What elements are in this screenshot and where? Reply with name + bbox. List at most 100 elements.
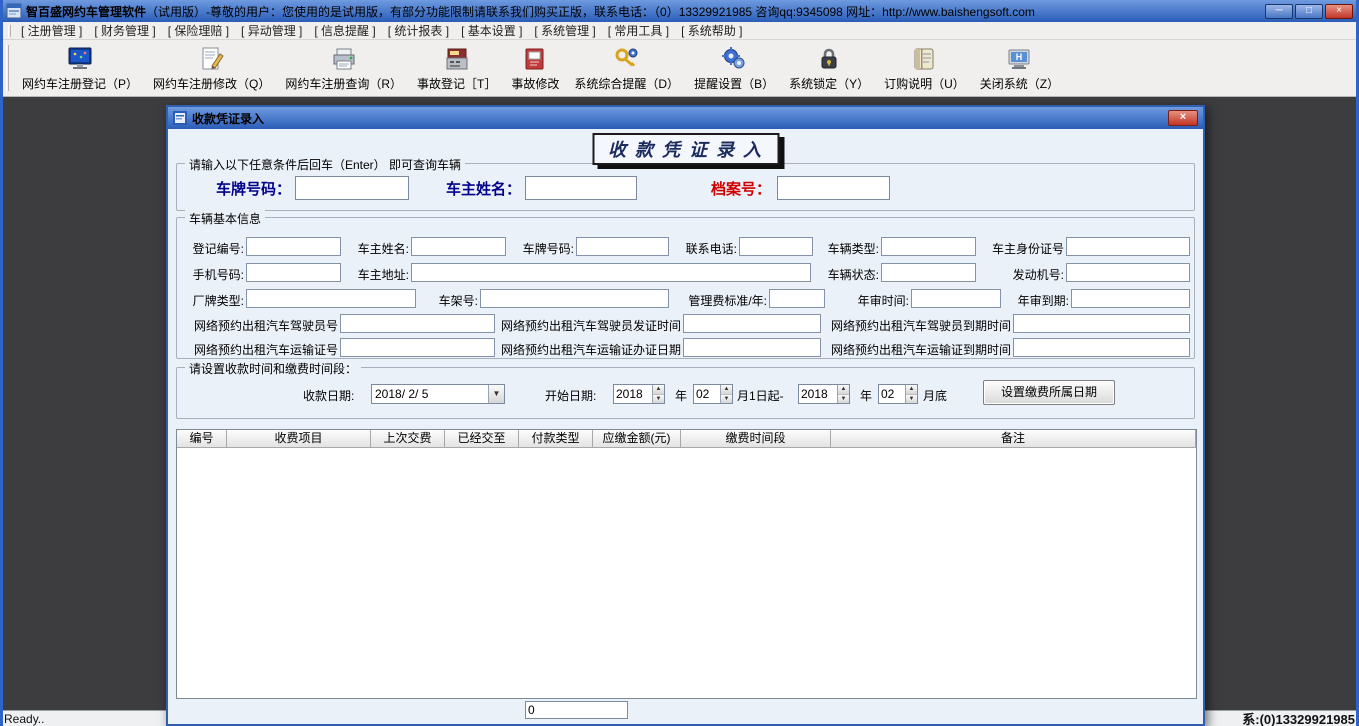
- input-owner-id[interactable]: [1066, 237, 1190, 256]
- file-search-input[interactable]: [777, 176, 890, 200]
- start-year-input[interactable]: [614, 385, 652, 403]
- label-engine-no: 发动机号:: [986, 266, 1064, 283]
- label-reg-no: 登记编号:: [186, 240, 244, 257]
- menu-item-movement[interactable]: [ 异动管理 ]: [235, 22, 308, 39]
- start-month-spinner[interactable]: ▲▼: [693, 384, 733, 404]
- gear-settings-icon: [721, 44, 747, 74]
- input-brand-type[interactable]: [246, 289, 416, 308]
- owner-search-input[interactable]: [525, 176, 637, 200]
- menu-item-register[interactable]: [ 注册管理 ]: [15, 22, 88, 39]
- toolbar-button-system-remind[interactable]: 系统综合提醒（D）: [569, 43, 684, 93]
- input-reg-no[interactable]: [246, 237, 341, 256]
- spin-down-icon[interactable]: ▼: [906, 395, 917, 404]
- dialog-title-bar[interactable]: 收款凭证录入 ×: [168, 107, 1203, 129]
- input-address[interactable]: [411, 263, 811, 282]
- menu-item-remind[interactable]: [ 信息提醒 ]: [308, 22, 381, 39]
- table-header-col-6[interactable]: 缴费时间段: [681, 430, 831, 448]
- table-header-col-0[interactable]: 编号: [177, 430, 227, 448]
- spin-down-icon[interactable]: ▼: [838, 395, 849, 404]
- menu-item-insurance[interactable]: [ 保险理赔 ]: [162, 22, 235, 39]
- input-driver-cert-issue[interactable]: [683, 314, 821, 333]
- window-controls: ─ □ ×: [1265, 4, 1353, 19]
- collect-date-combobox[interactable]: 2018/ 2/ 5 ▼: [371, 384, 505, 404]
- toolbar-button-remind-settings[interactable]: 提醒设置（B）: [689, 43, 779, 93]
- spin-up-icon[interactable]: ▲: [906, 385, 917, 395]
- title-bar[interactable]: 智百盛网约车管理软件（试用版）-尊敬的用户：您使用的是试用版，有部分功能限制请联…: [0, 0, 1359, 22]
- month-from-label: 月1日起-: [737, 387, 784, 404]
- label-brand-type: 厂牌类型:: [186, 292, 244, 309]
- book-order-icon: [911, 44, 937, 74]
- table-header: 编号收费项目上次交费已经交至付款类型应缴金额(元)缴费时间段备注: [177, 430, 1196, 448]
- spinner-arrows: ▲▼: [837, 385, 849, 403]
- toolbar-button-system-lock[interactable]: 系统锁定（Y）: [784, 43, 874, 93]
- menu-item-help[interactable]: [ 系统帮助 ]: [675, 22, 748, 39]
- plate-search-input[interactable]: [295, 176, 409, 200]
- input-owner-name[interactable]: [411, 237, 506, 256]
- table-body[interactable]: [177, 448, 1196, 698]
- input-driver-cert-expire[interactable]: [1013, 314, 1190, 333]
- menu-item-basic-settings[interactable]: [ 基本设置 ]: [455, 22, 528, 39]
- minimize-button[interactable]: ─: [1265, 4, 1293, 19]
- start-year-spinner[interactable]: ▲▼: [613, 384, 665, 404]
- menu-item-finance[interactable]: [ 财务管理 ]: [88, 22, 161, 39]
- label-transport-cert-issue: 网络预约出租汽车运输证办证日期: [501, 341, 681, 358]
- end-year-input[interactable]: [799, 385, 837, 403]
- spinner-arrows: ▲▼: [720, 385, 732, 403]
- input-transport-cert-no[interactable]: [340, 338, 495, 357]
- app-title-suffix: （试用版）-尊敬的用户：您使用的是试用版，有部分功能限制请联系我们购买正版，联系…: [146, 5, 1035, 19]
- label-phone: 联系电话:: [679, 240, 737, 257]
- spin-down-icon[interactable]: ▼: [653, 395, 664, 404]
- spin-down-icon[interactable]: ▼: [721, 395, 732, 404]
- maximize-button[interactable]: □: [1295, 4, 1323, 19]
- close-button[interactable]: ×: [1325, 4, 1353, 19]
- end-year-spinner[interactable]: ▲▼: [798, 384, 850, 404]
- menu-item-system[interactable]: [ 系统管理 ]: [528, 22, 601, 39]
- app-window: 智百盛网约车管理软件（试用版）-尊敬的用户：您使用的是试用版，有部分功能限制请联…: [0, 0, 1359, 726]
- input-plate-no[interactable]: [576, 237, 669, 256]
- spin-up-icon[interactable]: ▲: [653, 385, 664, 395]
- toolbar-button-accident-modify[interactable]: 事故修改: [506, 43, 564, 93]
- label-driver-cert-issue: 网络预约出租汽车驾驶员发证时间: [501, 317, 681, 334]
- input-phone[interactable]: [739, 237, 813, 256]
- end-month-input[interactable]: [879, 385, 905, 403]
- toolbar-button-query[interactable]: 网约车注册查询（R）: [280, 43, 407, 93]
- table-header-col-2[interactable]: 上次交费: [371, 430, 445, 448]
- toolbar-button-register[interactable]: 网约车注册登记（P）: [17, 43, 143, 93]
- input-annual-expire[interactable]: [1071, 289, 1190, 308]
- table-header-col-4[interactable]: 付款类型: [519, 430, 593, 448]
- toolbar-label: 订购说明（U）: [884, 75, 965, 92]
- toolbar-button-modify[interactable]: 网约车注册修改（Q）: [148, 43, 275, 93]
- spinner-arrows: ▲▼: [652, 385, 664, 403]
- input-annual-check[interactable]: [911, 289, 1001, 308]
- table-header-col-1[interactable]: 收费项目: [227, 430, 371, 448]
- input-driver-cert-no[interactable]: [340, 314, 495, 333]
- table-header-col-5[interactable]: 应缴金额(元): [593, 430, 681, 448]
- input-transport-cert-expire[interactable]: [1013, 338, 1190, 357]
- input-mgmt-fee[interactable]: [769, 289, 825, 308]
- dialog-icon: [173, 111, 187, 125]
- toolbar-button-close-system[interactable]: H关闭系统（Z）: [975, 43, 1064, 93]
- spin-up-icon[interactable]: ▲: [721, 385, 732, 395]
- toolbar-button-order-info[interactable]: 订购说明（U）: [879, 43, 970, 93]
- chevron-down-icon[interactable]: ▼: [488, 385, 504, 403]
- plate-search-label: 车牌号码：: [199, 178, 291, 199]
- toolbar-grip-icon: [6, 45, 9, 91]
- input-vehicle-type[interactable]: [881, 237, 976, 256]
- dialog-close-button[interactable]: ×: [1168, 110, 1198, 126]
- label-annual-check: 年审时间:: [849, 292, 909, 309]
- input-vin[interactable]: [480, 289, 669, 308]
- input-mobile[interactable]: [246, 263, 341, 282]
- menu-item-report[interactable]: [ 统计报表 ]: [382, 22, 455, 39]
- toolbar-button-accident-register[interactable]: 事故登记［T］: [412, 43, 501, 93]
- input-engine-no[interactable]: [1066, 263, 1190, 282]
- set-payment-period-button[interactable]: 设置缴费所属日期: [983, 380, 1115, 405]
- menu-item-tools[interactable]: [ 常用工具 ]: [602, 22, 675, 39]
- input-transport-cert-issue[interactable]: [683, 338, 821, 357]
- spin-up-icon[interactable]: ▲: [838, 385, 849, 395]
- start-month-input[interactable]: [694, 385, 720, 403]
- footer-count-input[interactable]: [525, 701, 628, 719]
- input-vehicle-status[interactable]: [881, 263, 976, 282]
- table-header-col-3[interactable]: 已经交至: [445, 430, 519, 448]
- table-header-col-7[interactable]: 备注: [831, 430, 1196, 448]
- end-month-spinner[interactable]: ▲▼: [878, 384, 918, 404]
